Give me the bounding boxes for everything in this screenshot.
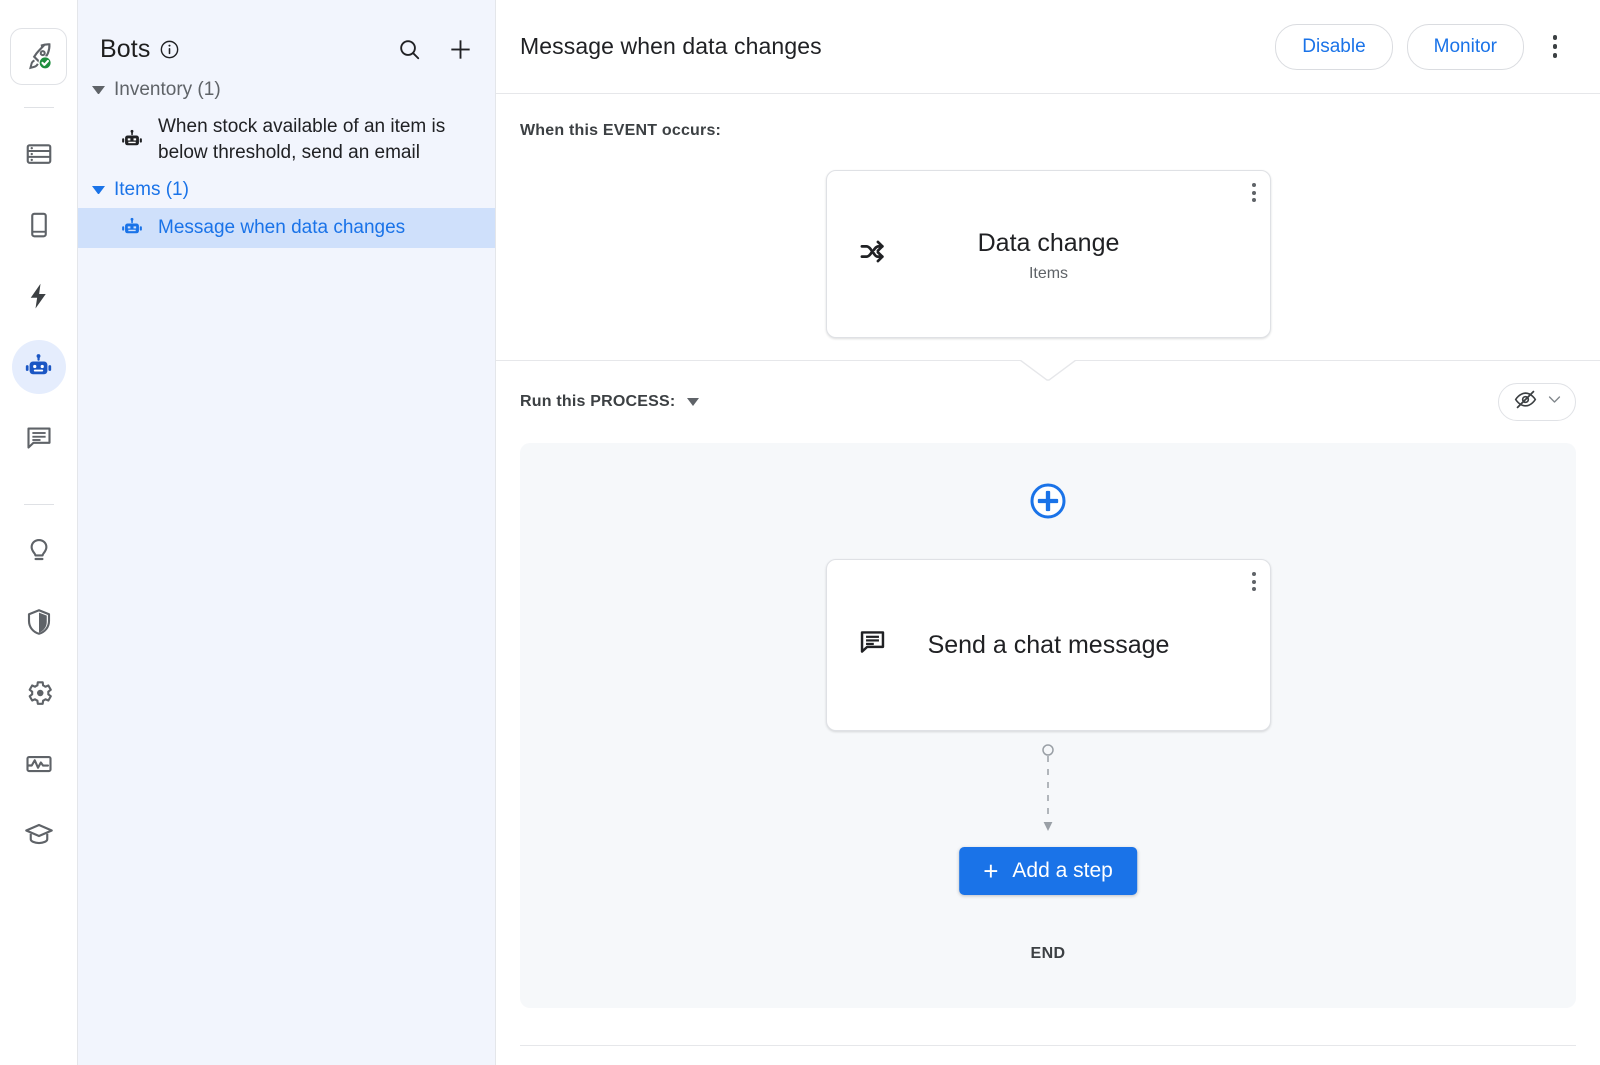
sidebar-item-learn[interactable] [12,808,66,862]
disable-button[interactable]: Disable [1275,24,1392,70]
end-label: END [520,945,1576,963]
rocket-status-icon[interactable] [10,28,67,85]
monitor-button[interactable]: Monitor [1407,24,1524,70]
list-item-bot-items-selected[interactable]: Message when data changes [78,208,495,248]
event-card-data-change[interactable]: Data change Items [826,170,1271,338]
chevron-down-icon [1546,391,1563,413]
group-label: Items (1) [114,179,189,201]
page-title: Message when data changes [520,33,822,60]
process-step-card-send-chat-message[interactable]: Send a chat message [826,559,1271,731]
left-icon-rail [0,0,78,1065]
divider-notch [1020,360,1076,382]
rail-divider-top [24,107,54,108]
search-icon[interactable] [397,37,422,62]
sidebar-item-monitoring[interactable] [12,737,66,791]
bots-sidebar: Bots [78,0,496,1065]
kebab-menu-icon[interactable] [1538,27,1572,67]
add-step-label: Add a step [1012,859,1112,883]
step-connector [1037,743,1059,838]
robot-icon [118,215,146,241]
event-canvas: Data change Items [520,140,1576,360]
event-card-subtitle: Items [978,265,1120,283]
chevron-down-icon [92,186,105,194]
bot-name: Message when data changes [158,215,405,241]
section-divider [496,360,1600,361]
plus-icon: + [983,858,998,884]
sidebar-item-apps[interactable] [12,198,66,252]
sidebar-item-data[interactable] [12,127,66,181]
main-content: Message when data changes Disable Monito… [496,0,1600,1065]
info-icon[interactable] [159,39,180,60]
list-item-bot-inventory[interactable]: When stock available of an item is below… [78,108,495,172]
sidebar-header: Bots [78,0,495,72]
add-step-button[interactable]: + Add a step [959,847,1137,895]
card-kebab-menu-icon[interactable] [1252,572,1256,591]
event-section-label: When this EVENT occurs: [520,122,1576,140]
chevron-down-icon[interactable] [687,398,699,406]
app-root: Bots [0,0,1600,1065]
sidebar-item-ideas[interactable] [12,524,66,578]
process-section-label: Run this PROCESS: [520,393,675,411]
bottom-divider [520,1045,1576,1046]
sidebar-title: Bots [100,35,150,64]
bot-name: When stock available of an item is below… [158,114,475,166]
shuffle-icon [857,236,888,272]
eye-off-icon [1513,387,1538,417]
main-header: Message when data changes Disable Monito… [496,0,1600,94]
card-kebab-menu-icon[interactable] [1252,183,1256,202]
sidebar-item-settings[interactable] [12,666,66,720]
chat-message-icon [857,627,888,663]
event-card-title: Data change [978,226,1120,260]
sidebar-item-bots[interactable] [12,340,66,394]
step-card-title: Send a chat message [928,628,1170,662]
event-section: When this EVENT occurs: Dat [496,94,1600,360]
group-label: Inventory (1) [114,79,221,101]
sidebar-item-chat[interactable] [12,411,66,465]
process-canvas: Send a chat message + Add a step END [520,443,1576,1008]
plus-icon[interactable] [448,37,473,62]
group-header-items[interactable]: Items (1) [78,172,495,208]
chevron-down-icon [92,86,105,94]
rail-divider-bottom [24,504,54,505]
visibility-toggle-button[interactable] [1498,383,1576,421]
sidebar-item-security[interactable] [12,595,66,649]
group-header-inventory[interactable]: Inventory (1) [78,72,495,108]
sidebar-item-actions[interactable] [12,269,66,323]
plus-circle-icon[interactable] [1028,481,1068,526]
robot-icon [118,127,146,153]
